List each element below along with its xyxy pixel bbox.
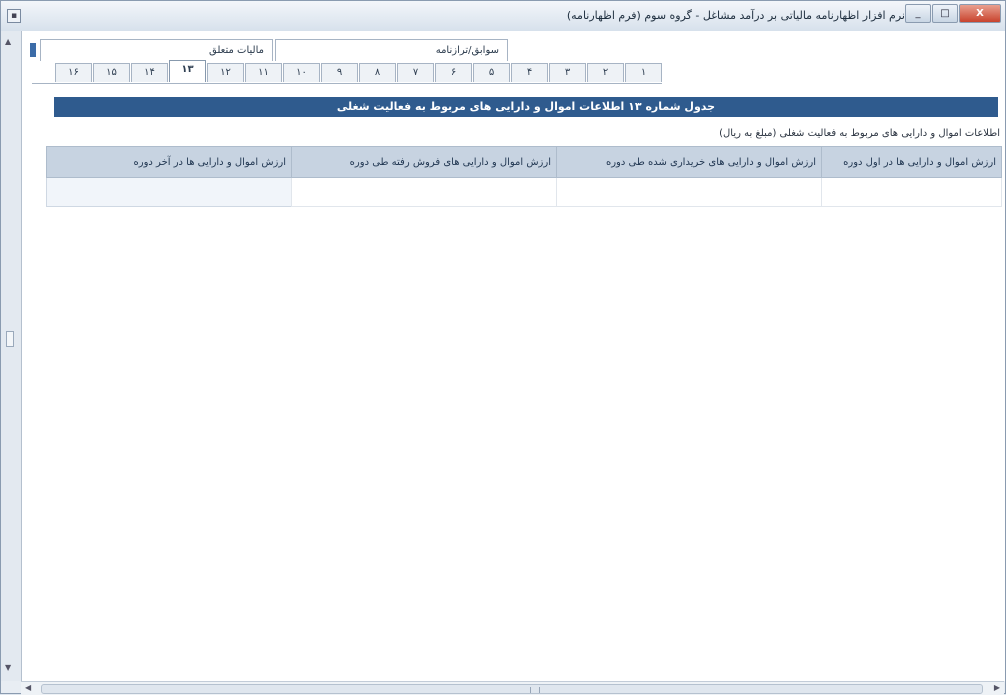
vertical-scrollbar[interactable]: ▲ ▼	[1, 31, 22, 681]
section-tab-6[interactable]: ۶	[435, 63, 472, 82]
section-tab-8[interactable]: ۸	[359, 63, 396, 82]
title-bar[interactable]: ▪ نرم افزار اظهارنامه مالیاتی بر درآمد م…	[1, 1, 1005, 32]
scroll-right-icon[interactable]: ▶	[994, 683, 1000, 692]
col-header-sold-value: ارزش اموال و دارایی های فروش رفته طی دور…	[291, 146, 557, 178]
section-tab-2[interactable]: ۲	[587, 63, 624, 82]
section-tab-7[interactable]: ۷	[397, 63, 434, 82]
col-header-end-value: ارزش اموال و دارایی ها در آخر دوره	[46, 146, 292, 178]
top-tab-strip: سوابق/ترازنامه مالیات متعلق	[30, 39, 508, 61]
horizontal-scroll-thumb[interactable]	[41, 684, 983, 694]
scroll-down-icon[interactable]: ▼	[5, 663, 11, 672]
scroll-thumb[interactable]	[6, 331, 14, 347]
section-tab-11[interactable]: ۱۱	[245, 63, 282, 82]
window-title: نرم افزار اظهارنامه مالیاتی بر درآمد مشا…	[566, 9, 905, 22]
table-title-banner: جدول شماره ۱۳ اطلاعات اموال و دارایی های…	[54, 97, 998, 117]
app-icon[interactable]: ▪	[7, 9, 21, 23]
tab-tax-due[interactable]: مالیات متعلق	[40, 39, 273, 61]
assets-table: ارزش اموال و دارایی ها در اول دوره ارزش …	[46, 146, 1002, 207]
section-tab-9[interactable]: ۹	[321, 63, 358, 82]
section-tab-12[interactable]: ۱۲	[207, 63, 244, 82]
close-button[interactable]: X	[959, 4, 1001, 23]
minimize-button[interactable]: _	[905, 4, 931, 23]
section-tab-15[interactable]: ۱۵	[93, 63, 130, 82]
table-row	[46, 177, 1002, 207]
col-header-purchased-value: ارزش اموال و دارایی های خریداری شده طی د…	[556, 146, 822, 178]
tab-edge-marker	[30, 43, 36, 57]
section-tab-10[interactable]: ۱۰	[283, 63, 320, 82]
section-tab-4[interactable]: ۴	[511, 63, 548, 82]
section-tab-14[interactable]: ۱۴	[131, 63, 168, 82]
maximize-button[interactable]: □	[932, 4, 958, 23]
cell-purchased-value[interactable]	[556, 177, 822, 207]
horizontal-scrollbar[interactable]: ◀ ▶	[21, 681, 1004, 695]
table-description: اطلاعات اموال و دارایی های مربوط به فعال…	[719, 128, 1000, 139]
section-tab-13[interactable]: ۱۳	[169, 60, 206, 82]
table-header-row: ارزش اموال و دارایی ها در اول دوره ارزش …	[46, 146, 1002, 178]
tab-history-balance[interactable]: سوابق/ترازنامه	[275, 39, 508, 61]
cell-end-value[interactable]	[46, 177, 292, 207]
cell-sold-value[interactable]	[291, 177, 557, 207]
window-controls: _ □ X	[904, 4, 1001, 23]
cell-start-value[interactable]	[821, 177, 1002, 207]
section-tab-strip: ۱ ۲ ۳ ۴ ۵ ۶ ۷ ۸ ۹ ۱۰ ۱۱ ۱۲ ۱۳ ۱۴ ۱۵ ۱۶	[32, 60, 662, 84]
app-window: ▪ نرم افزار اظهارنامه مالیاتی بر درآمد م…	[0, 0, 1006, 695]
section-tab-5[interactable]: ۵	[473, 63, 510, 82]
section-tab-1[interactable]: ۱	[625, 63, 662, 82]
section-tab-3[interactable]: ۳	[549, 63, 586, 82]
scroll-up-icon[interactable]: ▲	[5, 37, 11, 46]
scroll-left-icon[interactable]: ◀	[25, 683, 31, 692]
section-tab-16[interactable]: ۱۶	[55, 63, 92, 82]
scroll-grip-icon	[530, 687, 540, 693]
col-header-start-value: ارزش اموال و دارایی ها در اول دوره	[821, 146, 1002, 178]
form-content: سوابق/ترازنامه مالیات متعلق ۱ ۲ ۳ ۴ ۵ ۶ ۷ ۸ ۹ ۱۰ ۱…	[21, 31, 1005, 681]
